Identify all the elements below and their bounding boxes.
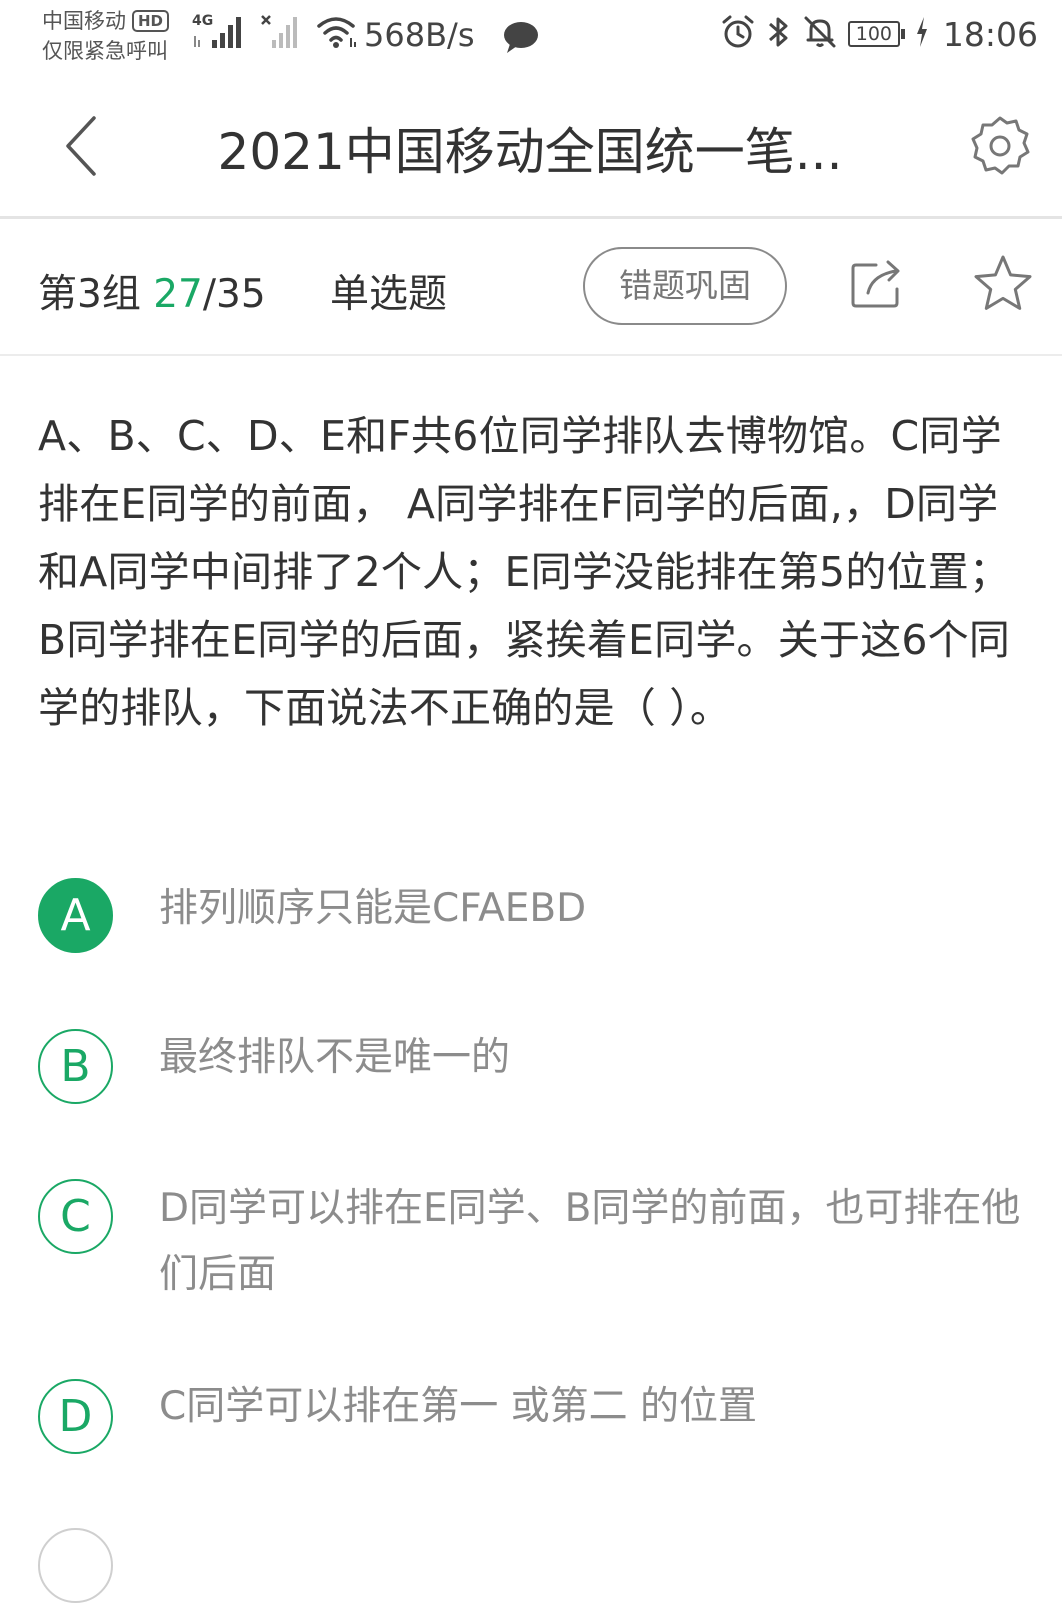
- battery-icon: 100: [847, 21, 905, 47]
- chat-icon: [502, 20, 540, 58]
- carrier-name: 中国移动: [42, 9, 126, 33]
- emergency-text: 仅限紧急呼叫: [42, 39, 168, 63]
- clock: 18:06: [942, 14, 1038, 54]
- progress-current: 27: [153, 272, 203, 317]
- page-title: 2021中国移动全国统一笔...: [217, 123, 843, 181]
- charging-icon: [915, 16, 929, 52]
- status-bar: 中国移动 HD 仅限紧急呼叫 4G 568B/s 100 18:06: [0, 0, 1062, 78]
- net-speed: 568B/s: [364, 16, 475, 54]
- question-text: A、B、C、D、E和F共6位同学排队去博物馆。C同学排在E同学的前面， A同学排…: [38, 412, 1011, 732]
- status-right: 100 18:06: [720, 14, 1038, 54]
- option-d-letter: D: [38, 1379, 113, 1454]
- alarm-icon: [720, 14, 756, 54]
- wifi-icon: [316, 14, 360, 50]
- carrier-info: 中国移动 HD 仅限紧急呼叫: [42, 6, 170, 66]
- hd-badge: HD: [132, 10, 170, 32]
- back-button[interactable]: [52, 106, 112, 186]
- option-c-text: D同学可以排在E同学、B同学的前面，也可排在他们后面: [159, 1186, 1021, 1297]
- settings-icon: [966, 116, 1034, 184]
- favorite-button[interactable]: [970, 251, 1036, 317]
- option-b-letter: B: [38, 1029, 113, 1104]
- share-icon: [846, 260, 908, 319]
- group-progress: 第3组 27/35: [38, 263, 266, 319]
- option-d-text: C同学可以排在第一 或第二 的位置: [159, 1384, 758, 1429]
- share-button[interactable]: [846, 253, 908, 315]
- mute-icon: [802, 14, 838, 54]
- progress-total: /35: [202, 272, 266, 317]
- question-type-label: 单选题: [330, 272, 448, 317]
- back-icon: [52, 116, 112, 190]
- option-b-text: 最终排队不是唯一的: [159, 1035, 511, 1080]
- bluetooth-icon: [766, 14, 792, 54]
- battery-tip: [900, 29, 905, 39]
- option-a-text: 排列顺序只能是CFAEBD: [159, 886, 587, 931]
- battery-level: 100: [847, 21, 900, 47]
- no-signal-icon: [260, 14, 300, 50]
- app-header: 2021中国移动全国统一笔...: [0, 78, 1062, 219]
- group-label: 第3组: [38, 272, 141, 317]
- mistake-review-button[interactable]: 错题巩固: [583, 247, 787, 325]
- settings-button[interactable]: [966, 112, 1034, 180]
- star-icon: [970, 255, 1036, 321]
- option-e-partial-circle[interactable]: [38, 1528, 113, 1603]
- option-c-letter: C: [38, 1179, 113, 1254]
- question-info-bar: 第3组 27/35 单选题 错题巩固: [0, 219, 1062, 356]
- option-a-letter: A: [38, 878, 113, 953]
- signal-group: 4G: [192, 14, 360, 50]
- signal-icon: 4G: [192, 14, 244, 50]
